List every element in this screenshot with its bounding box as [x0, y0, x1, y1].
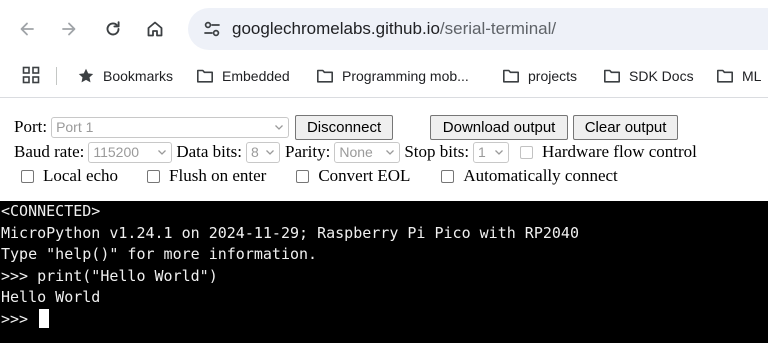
baud-rate-value: 115200 [93, 144, 140, 160]
baud-rate-select[interactable]: 115200 [88, 141, 173, 163]
reload-button[interactable] [96, 12, 130, 46]
terminal-line: Hello World [1, 288, 101, 307]
data-bits-select[interactable]: 8 [245, 141, 280, 163]
disconnect-button[interactable]: Disconnect [295, 114, 394, 140]
terminal-prompt: >>> [1, 309, 38, 328]
folder-icon [503, 69, 519, 83]
download-output-button[interactable]: Download output [430, 114, 569, 140]
chevron-down-icon [495, 150, 504, 155]
terminal-cursor [39, 308, 50, 328]
convert-eol-label: Convert EOL [318, 166, 411, 185]
chevron-down-icon [275, 125, 284, 130]
bookmarks-bar: Bookmarks Embedded Programming mob... pr… [0, 58, 768, 94]
folder-icon [717, 69, 733, 83]
data-bits-value: 8 [250, 144, 259, 160]
terminal-prompt-line: >>> [0, 308, 768, 331]
bookmark-label: projects [528, 68, 578, 84]
star-icon [78, 68, 94, 83]
serial-terminal-page: Port: Port 1 Disconnect Download output … [0, 98, 768, 343]
url-host: googlechromelabs.github.io [232, 19, 440, 38]
chevron-down-icon [158, 150, 167, 155]
serial-settings-row: Baud rate: 115200 Data bits: 8 Parity: N… [14, 140, 697, 164]
parity-value: None [339, 144, 373, 160]
terminal-line: >>> print("Hello World") [1, 266, 218, 285]
port-select-value: Port 1 [56, 119, 94, 135]
stop-bits-select[interactable]: 1 [473, 141, 510, 163]
terminal-output[interactable]: <CONNECTED> MicroPython v1.24.1 on 2024-… [0, 201, 768, 343]
back-button[interactable] [10, 12, 44, 46]
apps-grid-icon[interactable] [22, 66, 40, 84]
parity-label: Parity: [284, 142, 331, 161]
address-bar[interactable]: googlechromelabs.github.io/serial-termin… [188, 8, 768, 50]
local-echo-label: Local echo [43, 166, 119, 185]
terminal-line: Type "help()" for more information. [1, 245, 318, 264]
baud-rate-label: Baud rate: [14, 142, 85, 161]
bookmark-sdk-docs[interactable]: SDK Docs [603, 63, 694, 89]
bookmarks-separator [56, 67, 57, 85]
folder-icon [197, 69, 213, 83]
automatically-connect-checkbox[interactable] [441, 169, 455, 183]
chevron-down-icon [386, 150, 395, 155]
reload-icon [106, 21, 120, 36]
port-row: Port: Port 1 Disconnect Download output … [14, 114, 679, 140]
forward-icon [62, 22, 76, 36]
port-label: Port: [14, 117, 48, 136]
home-button[interactable] [138, 12, 172, 46]
bookmark-ml[interactable]: ML [716, 63, 761, 89]
bookmark-embedded[interactable]: Embedded [196, 63, 290, 89]
automatically-connect-label: Automatically connect [463, 166, 618, 185]
bookmark-programming[interactable]: Programming mob... [316, 63, 469, 89]
flush-on-enter-label: Flush on enter [169, 166, 267, 185]
hardware-flow-control-label: Hardware flow control [542, 142, 697, 161]
browser-toolbar: googlechromelabs.github.io/serial-termin… [0, 0, 768, 58]
bookmark-projects[interactable]: projects [502, 63, 577, 89]
stop-bits-label: Stop bits: [404, 142, 470, 161]
forward-button[interactable] [52, 12, 86, 46]
tune-icon [204, 21, 220, 37]
parity-select[interactable]: None [334, 141, 401, 163]
bookmark-label: Programming mob... [342, 68, 469, 84]
terminal-line: MicroPython v1.24.1 on 2024-11-29; Raspb… [1, 223, 579, 242]
back-icon [20, 22, 34, 36]
bookmark-label: SDK Docs [629, 68, 694, 84]
terminal-line: <CONNECTED> [1, 202, 101, 220]
url-text: googlechromelabs.github.io/serial-termin… [232, 19, 556, 39]
folder-icon [604, 69, 620, 83]
site-info-button[interactable] [196, 13, 228, 45]
folder-icon [317, 69, 333, 83]
bookmark-bookmarks[interactable]: Bookmarks [77, 63, 173, 89]
chevron-down-icon [266, 150, 274, 155]
bookmark-label: ML [742, 68, 762, 84]
flush-on-enter-checkbox[interactable] [147, 169, 161, 183]
port-select[interactable]: Port 1 [51, 116, 290, 138]
bookmark-label: Bookmarks [103, 68, 174, 84]
options-row: Local echo Flush on enter Convert EOL Au… [14, 164, 618, 188]
url-path: /serial-terminal/ [439, 19, 557, 38]
bookmark-label: Embedded [222, 68, 290, 84]
stop-bits-value: 1 [478, 144, 486, 160]
data-bits-label: Data bits: [176, 142, 242, 161]
clear-output-button[interactable]: Clear output [573, 114, 679, 140]
local-echo-checkbox[interactable] [21, 169, 34, 183]
hardware-flow-control-checkbox[interactable] [520, 145, 534, 159]
home-icon [147, 21, 163, 37]
convert-eol-checkbox[interactable] [296, 169, 310, 183]
